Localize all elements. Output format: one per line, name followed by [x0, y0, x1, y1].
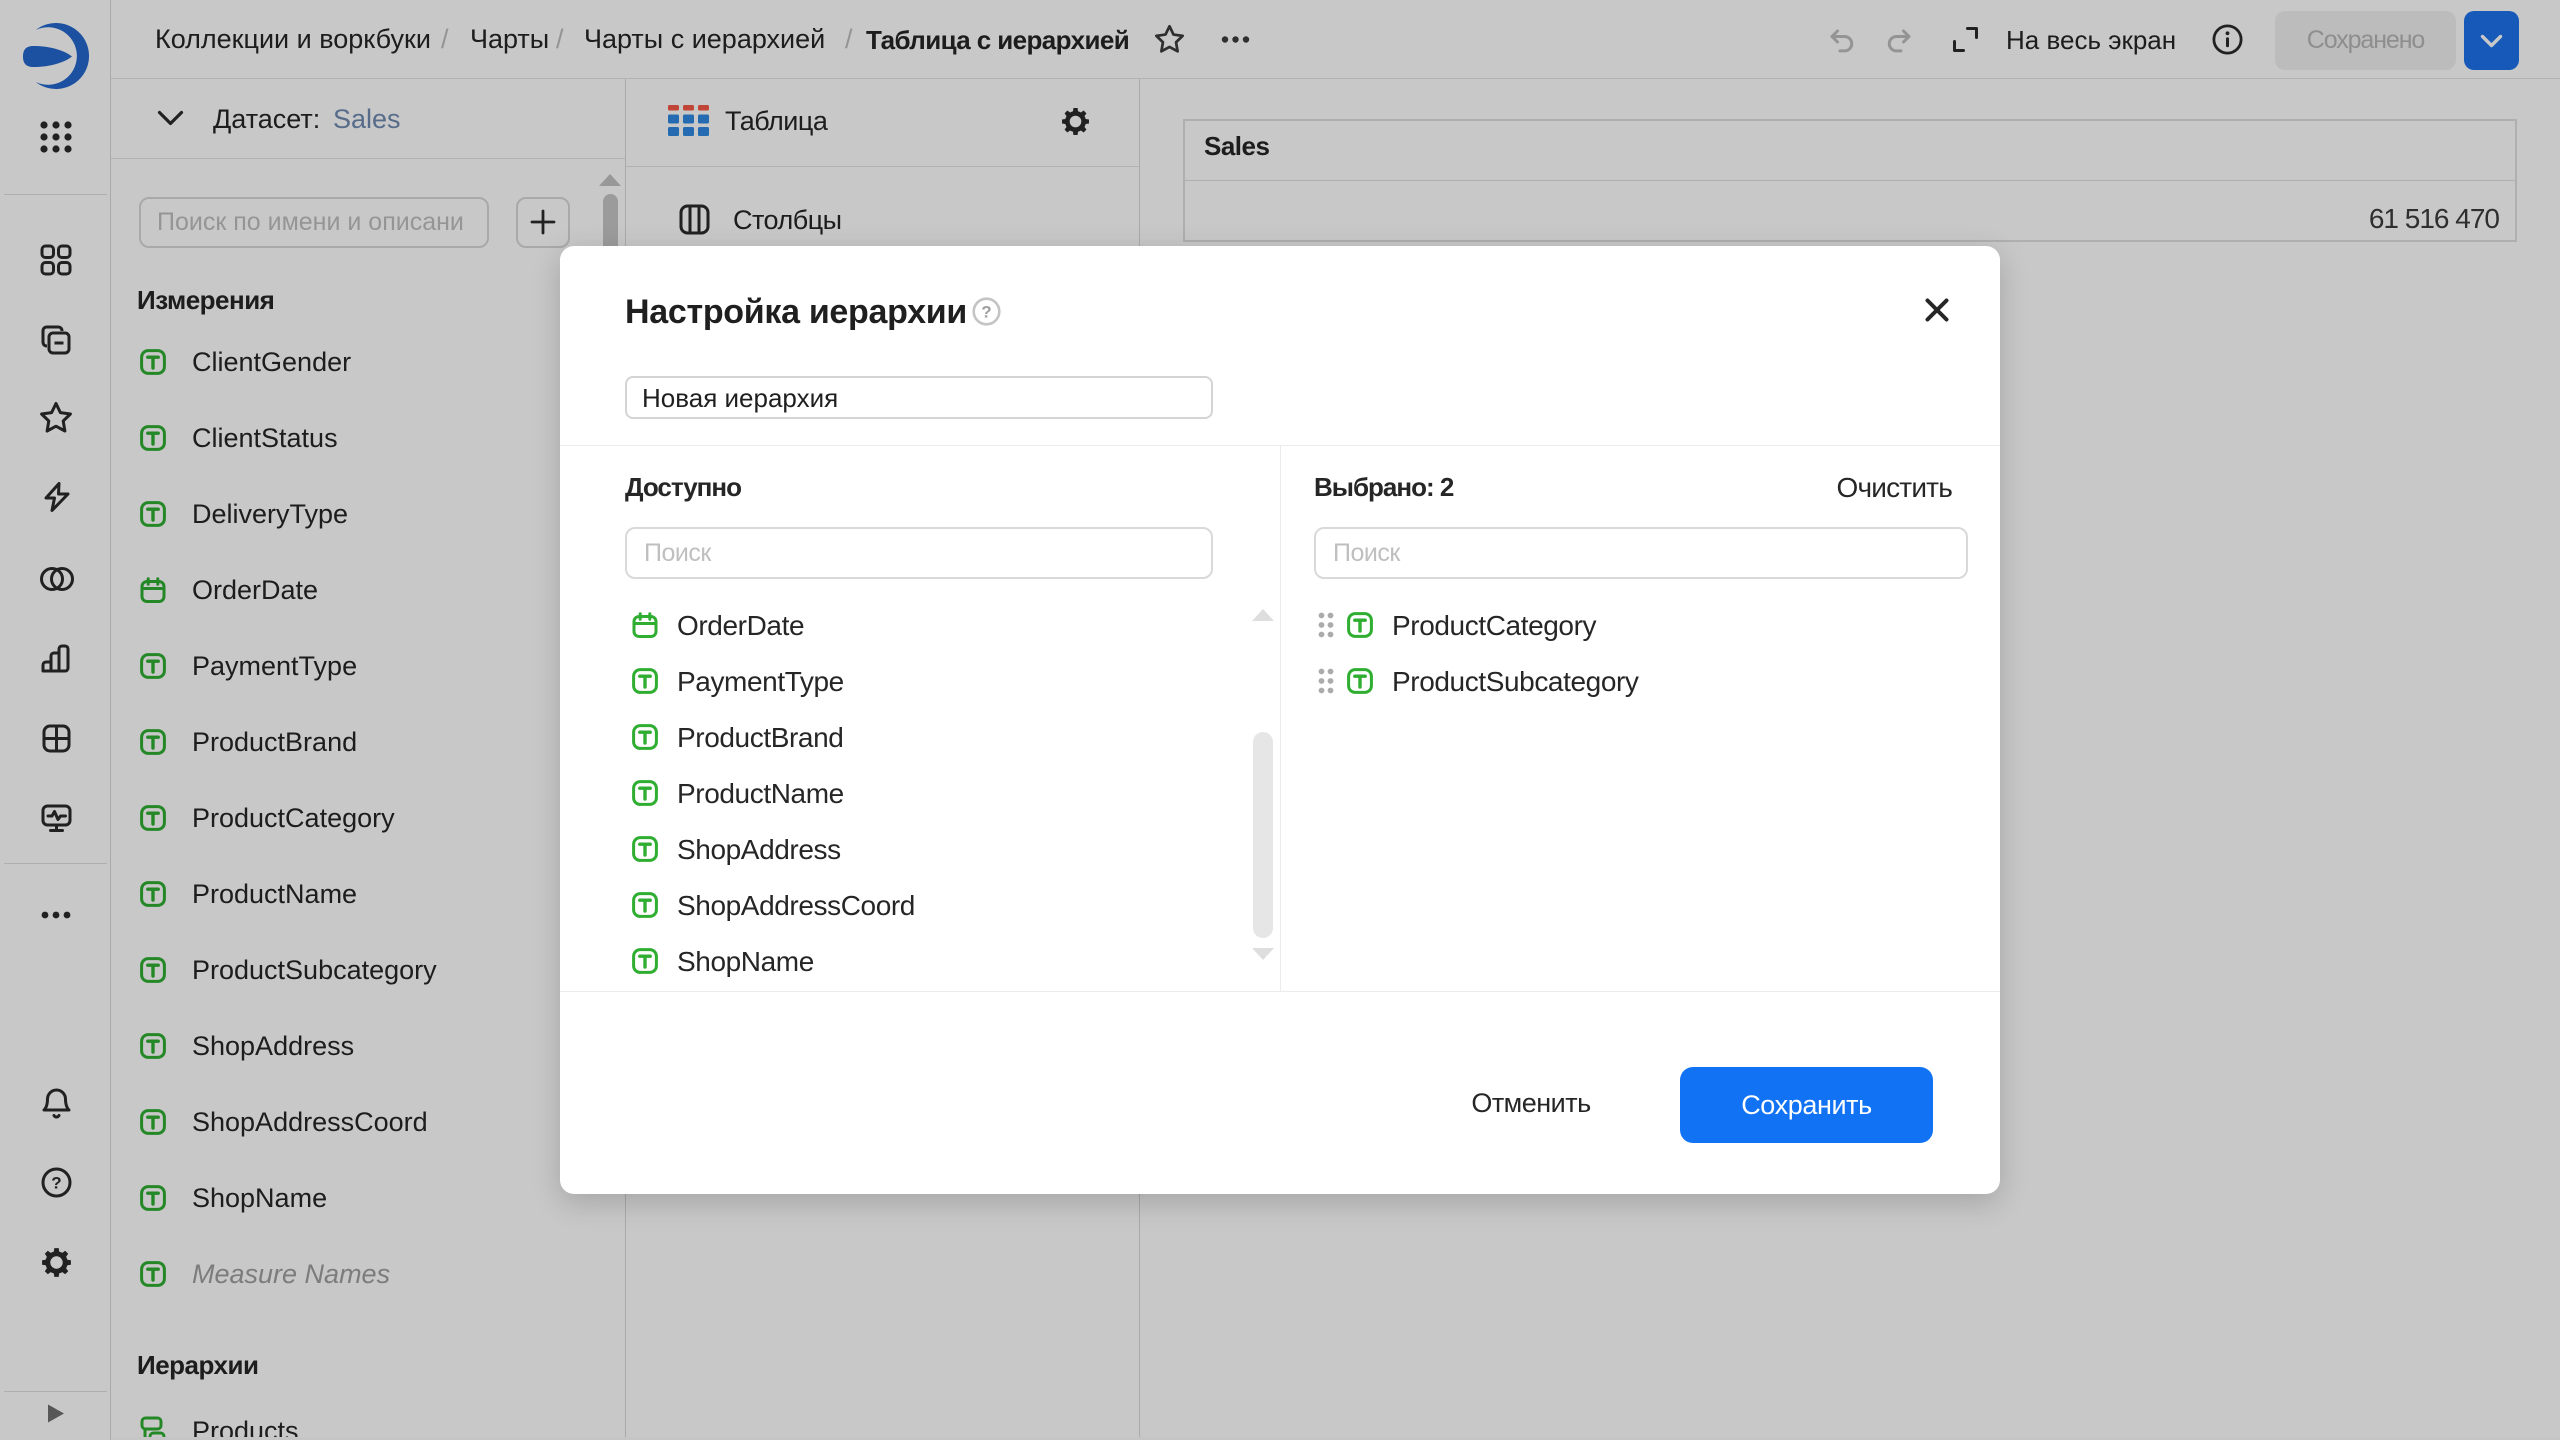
svg-text:?: ?	[981, 303, 991, 322]
